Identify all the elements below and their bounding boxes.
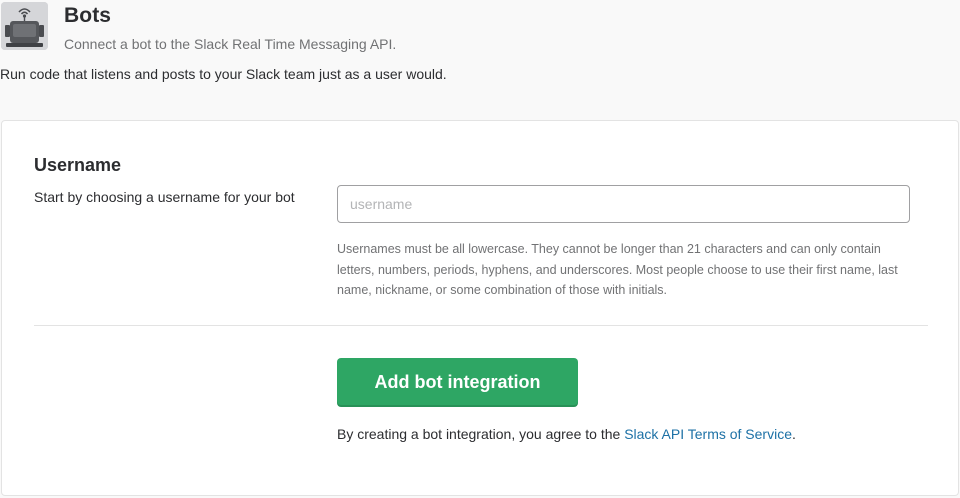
page-subtitle: Connect a bot to the Slack Real Time Mes… <box>64 36 397 52</box>
terms-of-service-link[interactable]: Slack API Terms of Service <box>624 426 792 442</box>
terms-notice: By creating a bot integration, you agree… <box>337 426 796 442</box>
section-divider <box>34 325 928 326</box>
username-hint: Usernames must be all lowercase. They ca… <box>337 242 898 297</box>
username-help-text: Start by choosing a username for your bo… <box>34 189 295 205</box>
terms-suffix: . <box>792 426 796 442</box>
username-input[interactable] <box>337 185 910 223</box>
page-header: Bots Connect a bot to the Slack Real Tim… <box>0 0 960 60</box>
terms-prefix: By creating a bot integration, you agree… <box>337 426 625 442</box>
settings-card: Username Start by choosing a username fo… <box>1 120 959 496</box>
page-title: Bots <box>64 4 112 27</box>
username-heading: Username <box>34 155 122 175</box>
integration-description: Run code that listens and posts to your … <box>0 66 447 82</box>
add-bot-integration-button[interactable]: Add bot integration <box>337 358 578 407</box>
bot-icon <box>1 2 48 50</box>
